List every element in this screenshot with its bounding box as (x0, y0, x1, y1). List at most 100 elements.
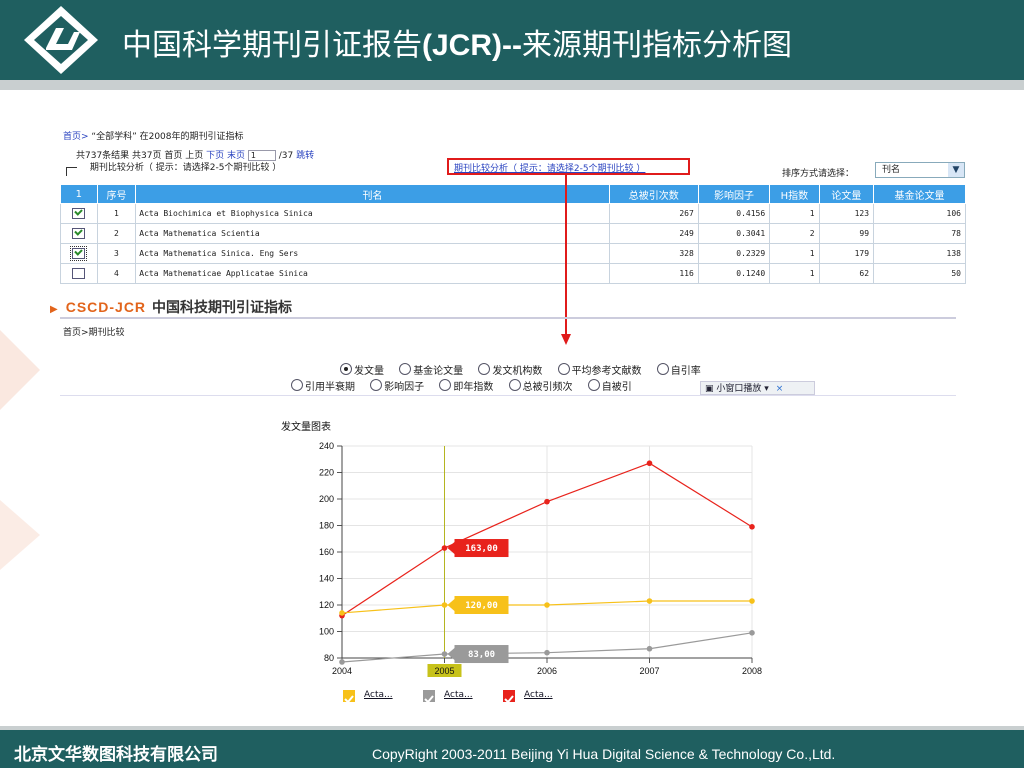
col-header[interactable]: 总被引次数 (608, 184, 699, 204)
chevron-down-icon[interactable]: ▼ (948, 163, 964, 177)
metric-radio-row-2: 引用半衰期 影响因子 即年指数 总被引频次 自被引 (291, 378, 644, 393)
metric-option[interactable]: 总被引频次 (508, 379, 573, 393)
radio-selected-icon[interactable] (340, 363, 352, 375)
journal-name-link[interactable]: Acta Mathematicae Applicatae Sinica (135, 263, 610, 284)
red-arrow-icon (561, 174, 571, 345)
col-header[interactable]: 1 (60, 184, 98, 204)
compare-row: 期刊比较分析（ 提示：请选择2-5个期刊比较 ） (66, 160, 281, 176)
data-point (544, 602, 550, 608)
sort-label: 排序方式请选择： (782, 169, 855, 179)
row-checkbox-cell (60, 263, 98, 284)
paper-count: 99 (818, 223, 875, 244)
breadcrumb-home-link[interactable]: 首页> (63, 132, 89, 142)
col-header[interactable]: 基金论文量 (873, 184, 966, 204)
compare-breadcrumb[interactable]: 首页>期刊比较 (63, 325, 125, 338)
row-index: 2 (96, 223, 137, 244)
h-index: 1 (769, 263, 820, 284)
radio-icon[interactable] (508, 379, 521, 391)
metric-option[interactable]: 自引率 (656, 363, 701, 377)
total-cites: 249 (608, 223, 699, 244)
funded-paper-count: 78 (873, 223, 966, 244)
metric-option[interactable]: 影响因子 (370, 379, 424, 393)
radio-icon[interactable] (557, 363, 570, 375)
col-header[interactable]: 影响因子 (697, 184, 771, 204)
data-point (646, 460, 653, 467)
y-tick-label: 80 (324, 653, 334, 663)
legend-label[interactable]: Acta... (364, 690, 393, 700)
row-checkbox-cell (60, 223, 98, 244)
legend-label[interactable]: Acta... (524, 690, 553, 700)
breadcrumb: 首页> “全部学科” 在2008年的期刊引证指标 (63, 129, 244, 142)
y-tick-label: 120 (319, 600, 334, 610)
cscd-title: 中国科技期刊引证指标 (152, 300, 293, 316)
callout-label: 120,00 (465, 601, 498, 611)
col-header[interactable]: 序号 (96, 184, 137, 204)
metric-option[interactable]: 引用半衰期 (291, 379, 355, 393)
mini-window-popup[interactable]: ▣ 小窗口播放 ▾ × (700, 381, 815, 395)
row-index: 4 (96, 263, 137, 284)
radio-icon[interactable] (399, 363, 412, 375)
radio-icon[interactable] (439, 379, 452, 391)
row-index: 3 (96, 243, 137, 264)
radio-icon[interactable] (478, 363, 491, 375)
total-cites: 116 (608, 263, 699, 284)
data-point (544, 498, 550, 505)
radio-icon[interactable] (656, 363, 669, 375)
row-checkbox[interactable] (70, 246, 88, 261)
radio-icon[interactable] (291, 379, 303, 391)
col-header[interactable]: 刊名 (135, 184, 610, 204)
y-tick-label: 240 (319, 441, 334, 451)
y-tick-label: 140 (319, 574, 334, 584)
callout-label: 83,00 (468, 650, 495, 660)
legend-check-icon[interactable] (423, 690, 435, 704)
radio-icon[interactable] (370, 379, 383, 391)
table-row: 3 Acta Mathematica Sinica. Eng Sers 328 … (60, 243, 966, 264)
compare-link[interactable]: 期刊比较分析（ 提示：请选择2-5个期刊比较 ） (454, 161, 645, 174)
legend-check-icon[interactable] (503, 690, 515, 704)
metric-option[interactable]: 发文量 (340, 363, 384, 377)
funded-paper-count: 138 (873, 243, 966, 264)
metric-option[interactable]: 自被引 (587, 379, 632, 393)
pager-jump-button[interactable]: 跳转 (296, 151, 314, 161)
metric-option[interactable]: 即年指数 (439, 379, 493, 393)
col-header[interactable]: 论文量 (818, 184, 875, 204)
triangle-right-icon: ▶ (50, 304, 58, 315)
impact-factor: 0.3041 (697, 223, 771, 244)
legend-check-icon[interactable] (343, 690, 355, 704)
metric-radio-row-1: 发文量 基金论文量 发文机构数 平均参考文献数 自引率 (340, 362, 713, 377)
line-chart: 80 100 120 140 160 180 200 220 240 2004 2005 2006 20… (319, 441, 762, 677)
data-point (749, 524, 755, 530)
metric-option[interactable]: 平均参考文献数 (557, 363, 642, 377)
mini-window-label[interactable]: 小窗口播放 (716, 384, 761, 394)
x-tick-label: 2008 (742, 666, 762, 676)
legend-label[interactable]: Acta... (444, 690, 473, 700)
journal-name-link[interactable]: Acta Mathematica Sinica. Eng Sers (135, 243, 610, 264)
row-checkbox[interactable] (72, 228, 86, 239)
metric-option[interactable]: 基金论文量 (399, 363, 463, 377)
close-icon[interactable]: × (776, 384, 784, 394)
row-index: 1 (96, 203, 137, 224)
data-point (339, 659, 345, 665)
company-logo-icon (24, 6, 98, 74)
journal-name-link[interactable]: Acta Biochimica et Biophysica Sinica (135, 203, 610, 224)
metric-option[interactable]: 发文机构数 (478, 363, 542, 377)
sort-select[interactable]: 刊名 ▼ (875, 162, 965, 178)
table-header-row: 1 序号 刊名 总被引次数 影响因子 H指数 论文量 基金论文量 (60, 184, 966, 204)
data-point (749, 598, 755, 604)
journal-name-link[interactable]: Acta Mathematica Scientia (135, 223, 610, 244)
x-tick-label: 2005 (434, 666, 454, 676)
callout-label: 163,00 (465, 544, 498, 554)
y-tick-label: 220 (319, 468, 334, 478)
row-checkbox[interactable] (72, 208, 86, 219)
compare-label[interactable]: 期刊比较分析（ 提示：请选择2-5个期刊比较 ） (90, 163, 281, 173)
data-point (646, 598, 653, 604)
col-header[interactable]: H指数 (769, 184, 820, 204)
funded-paper-count: 50 (873, 263, 966, 284)
h-index: 1 (769, 243, 820, 264)
footer-copyright: CopyRight 2003-2011 Beijing Yi Hua Digit… (372, 746, 836, 762)
data-point (441, 651, 448, 657)
chevron-down-icon[interactable]: ▾ (764, 384, 769, 394)
radio-icon[interactable] (587, 379, 600, 391)
row-checkbox[interactable] (72, 268, 86, 279)
data-point (441, 602, 448, 608)
